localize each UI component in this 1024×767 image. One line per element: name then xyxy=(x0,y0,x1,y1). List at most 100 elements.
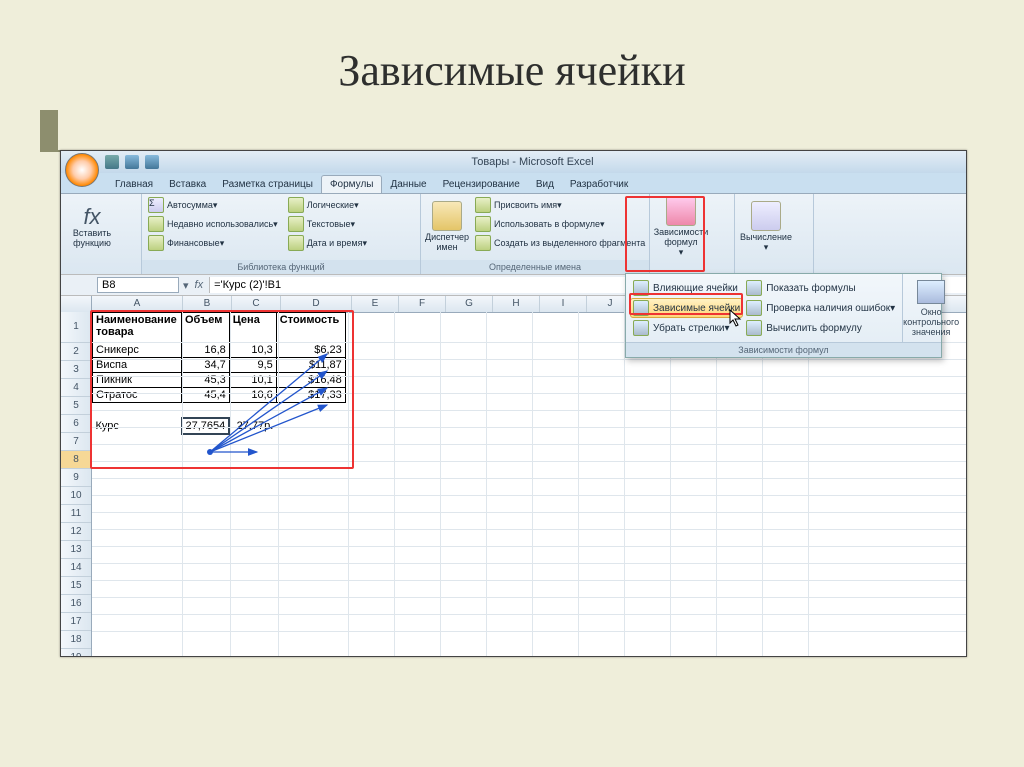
tab-developer[interactable]: Разработчик xyxy=(562,176,636,193)
row-header[interactable]: 16 xyxy=(61,595,91,613)
row-header[interactable]: 3 xyxy=(61,361,91,379)
window-title: Товары - Microsoft Excel xyxy=(165,156,900,168)
column-header[interactable]: H xyxy=(493,296,540,312)
row-header[interactable]: 9 xyxy=(61,469,91,487)
create-from-selection-button[interactable]: Создать из выделенного фрагмента xyxy=(473,234,647,252)
financial-button[interactable]: Финансовые ▾ xyxy=(146,234,280,252)
datetime-button[interactable]: Дата и время ▾ xyxy=(286,234,369,252)
trace-dependents-item[interactable]: Зависимые ячейки xyxy=(630,298,743,318)
ribbon-tabs: Главная Вставка Разметка страницы Формул… xyxy=(61,173,966,193)
dropdown-footer: Зависимости формул xyxy=(626,342,941,357)
watch-window-icon xyxy=(917,280,945,304)
row-header[interactable]: 10 xyxy=(61,487,91,505)
trace-precedents-icon xyxy=(633,280,649,296)
insert-function-label: Вставить функцию xyxy=(65,229,119,249)
tab-layout[interactable]: Разметка страницы xyxy=(214,176,321,193)
defined-names-title: Определенные имена xyxy=(421,260,649,274)
remove-arrows-icon xyxy=(633,320,649,336)
calculation-button[interactable]: Вычисление ▾ xyxy=(739,196,793,258)
watch-window-button[interactable]: Окно контрольного значения xyxy=(902,274,959,342)
column-header[interactable]: F xyxy=(399,296,446,312)
row-header[interactable]: 18 xyxy=(61,631,91,649)
tab-formulas[interactable]: Формулы xyxy=(321,175,383,193)
cells-area[interactable]: Наименование товара Объем Цена Стоимость… xyxy=(92,312,966,656)
text-icon xyxy=(288,216,304,232)
row-header[interactable]: 19 xyxy=(61,649,91,656)
trace-dependents-icon xyxy=(633,300,649,316)
row-header[interactable]: 1 xyxy=(61,312,91,343)
slide-decoration xyxy=(40,110,58,150)
th-cost: Стоимость xyxy=(276,313,345,343)
recent-button[interactable]: Недавно использовались ▾ xyxy=(146,215,280,233)
undo-icon[interactable] xyxy=(125,155,139,169)
row-header[interactable]: 2 xyxy=(61,343,91,361)
text-button[interactable]: Текстовые ▾ xyxy=(286,215,369,233)
insert-function-button[interactable]: fx Вставить функцию xyxy=(65,196,119,258)
th-name: Наименование товара xyxy=(93,313,182,343)
column-header[interactable]: I xyxy=(540,296,587,312)
tab-insert[interactable]: Вставка xyxy=(161,176,214,193)
row-header[interactable]: 17 xyxy=(61,613,91,631)
redo-icon[interactable] xyxy=(145,155,159,169)
column-header[interactable]: G xyxy=(446,296,493,312)
audit-icon xyxy=(666,196,696,226)
slide-title: Зависимые ячейки xyxy=(0,45,1024,96)
show-formulas-item[interactable]: Показать формулы xyxy=(743,278,898,298)
row-headers: 12345678910111213141516171819 xyxy=(61,312,92,656)
logical-button[interactable]: Логические ▾ xyxy=(286,196,369,214)
table-row: Сникерс16,810,3$6,23 xyxy=(93,343,346,358)
datetime-icon xyxy=(288,235,304,251)
row-header[interactable]: 4 xyxy=(61,379,91,397)
logical-icon xyxy=(288,197,304,213)
row-header[interactable]: 8 xyxy=(61,451,91,469)
remove-arrows-item[interactable]: Убрать стрелки ▾ xyxy=(630,318,743,338)
tab-view[interactable]: Вид xyxy=(528,176,562,193)
grid-icon xyxy=(475,235,491,251)
name-manager-button[interactable]: Диспетчер имен xyxy=(425,196,469,258)
table-row-kurs: Курс27,765427,77р. xyxy=(93,418,346,434)
row-header[interactable]: 13 xyxy=(61,541,91,559)
column-header[interactable]: C xyxy=(232,296,281,312)
name-box[interactable]: B8 xyxy=(97,277,179,293)
tab-review[interactable]: Рецензирование xyxy=(435,176,528,193)
title-bar: Товары - Microsoft Excel xyxy=(61,151,966,173)
select-all-corner[interactable] xyxy=(61,296,92,312)
row-header[interactable]: 7 xyxy=(61,433,91,451)
column-header[interactable]: D xyxy=(281,296,352,312)
data-table: Наименование товара Объем Цена Стоимость… xyxy=(92,312,346,435)
table-row: Пикник45,310,1$16,48 xyxy=(93,373,346,388)
show-formulas-icon xyxy=(746,280,762,296)
th-price: Цена xyxy=(229,313,276,343)
column-header[interactable]: E xyxy=(352,296,399,312)
use-in-formula-button[interactable]: Использовать в формуле ▾ xyxy=(473,215,647,233)
column-header[interactable]: B xyxy=(183,296,232,312)
library-group-title: Библиотека функций xyxy=(142,260,420,274)
office-button[interactable] xyxy=(65,153,99,187)
row-header[interactable]: 14 xyxy=(61,559,91,577)
save-icon[interactable] xyxy=(105,155,119,169)
dropdown-icon[interactable]: ▾ xyxy=(183,279,189,292)
row-header[interactable]: 12 xyxy=(61,523,91,541)
trace-precedents-item[interactable]: Влияющие ячейки xyxy=(630,278,743,298)
ribbon: fx Вставить функцию . ΣАвтосумма ▾ Недав… xyxy=(61,193,966,274)
define-name-button[interactable]: Присвоить имя ▾ xyxy=(473,196,647,214)
recent-icon xyxy=(148,216,164,232)
column-header[interactable]: A xyxy=(92,296,183,312)
fx-icon xyxy=(475,216,491,232)
financial-icon xyxy=(148,235,164,251)
error-check-icon xyxy=(746,300,762,316)
fx-icon[interactable]: fx xyxy=(195,279,204,291)
row-header[interactable]: 6 xyxy=(61,415,91,433)
tag-icon xyxy=(475,197,491,213)
row-header[interactable]: 5 xyxy=(61,397,91,415)
row-header[interactable]: 11 xyxy=(61,505,91,523)
autosum-button[interactable]: ΣАвтосумма ▾ xyxy=(146,196,280,214)
error-checking-item[interactable]: Проверка наличия ошибок ▾ xyxy=(743,298,898,318)
formula-auditing-button[interactable]: Зависимости формул ▾ xyxy=(654,196,708,258)
tab-data[interactable]: Данные xyxy=(382,176,434,193)
row-header[interactable]: 15 xyxy=(61,577,91,595)
sigma-icon: Σ xyxy=(148,197,164,213)
table-row: Стратос45,410,6$17,33 xyxy=(93,388,346,403)
evaluate-formula-item[interactable]: Вычислить формулу xyxy=(743,318,898,338)
tab-home[interactable]: Главная xyxy=(107,176,161,193)
